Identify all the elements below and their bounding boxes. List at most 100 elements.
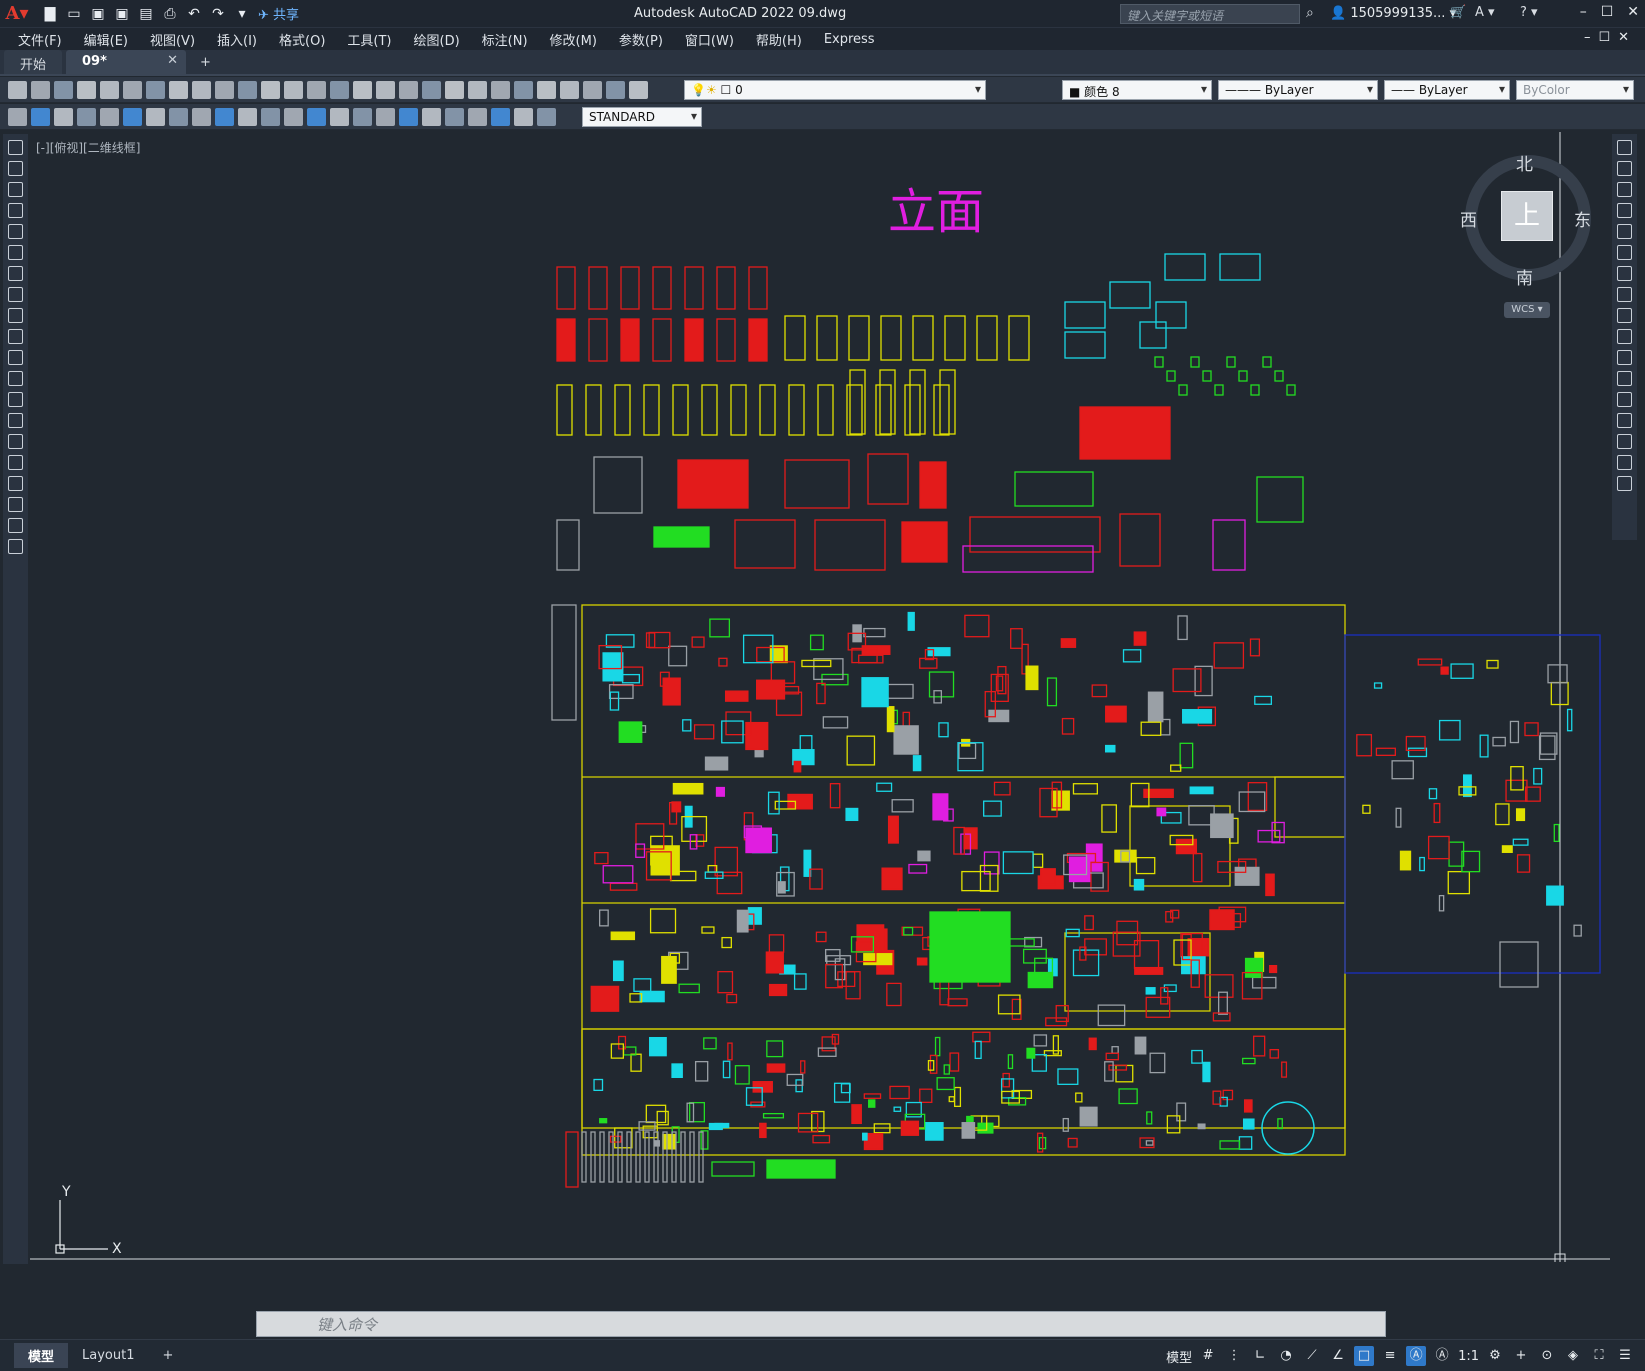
toolbar-tool-icon[interactable]	[284, 107, 303, 126]
toolbar-tool-icon[interactable]	[583, 80, 602, 99]
publish-icon[interactable]: ▤	[136, 5, 156, 23]
draw-tool-icon[interactable]	[1617, 476, 1632, 491]
isodraft-icon[interactable]: ⟋	[1302, 1346, 1322, 1366]
toolbar-tool-icon[interactable]	[560, 80, 579, 99]
isolate-icon[interactable]: ⊙	[1537, 1346, 1557, 1366]
draw-tool-icon[interactable]	[1617, 434, 1632, 449]
toolbar-tool-icon[interactable]	[123, 80, 142, 99]
search-icon[interactable]: ⌕	[1306, 5, 1314, 21]
toolbar-tool-icon[interactable]	[261, 107, 280, 126]
layer-dropdown[interactable]: 💡☀ ☐ 0 ▾	[684, 80, 986, 100]
draw-tool-icon[interactable]	[1617, 203, 1632, 218]
toolbar-tool-icon[interactable]	[54, 107, 73, 126]
draw-tool-icon[interactable]	[1617, 455, 1632, 470]
close-icon[interactable]: ✕	[1627, 4, 1639, 20]
linetype-dropdown[interactable]: ——— ByLayer ▾	[1218, 80, 1378, 100]
draw-tool-icon[interactable]	[8, 539, 23, 554]
draw-tool-icon[interactable]	[8, 224, 23, 239]
draw-tool-icon[interactable]	[1617, 371, 1632, 386]
layout-tab-model[interactable]: 模型	[14, 1343, 69, 1368]
toolbar-tool-icon[interactable]	[629, 80, 648, 99]
draw-tool-icon[interactable]	[8, 203, 23, 218]
redo-icon[interactable]: ↷	[208, 5, 228, 23]
compass-west[interactable]: 西	[1460, 206, 1477, 231]
toolbar-tool-icon[interactable]	[261, 80, 280, 99]
help-icon[interactable]: ? ▾	[1520, 5, 1538, 20]
draw-tool-icon[interactable]	[8, 350, 23, 365]
lineweight-dropdown[interactable]: —— ByLayer ▾	[1384, 80, 1510, 100]
toolbar-tool-icon[interactable]	[31, 107, 50, 126]
toolbar-tool-icon[interactable]	[514, 80, 533, 99]
draw-tool-icon[interactable]	[1617, 245, 1632, 260]
menu-insert[interactable]: 插入(I)	[206, 30, 268, 49]
toolbar-tool-icon[interactable]	[146, 80, 165, 99]
save-icon[interactable]: ▣	[88, 5, 108, 23]
scale-label[interactable]: 1:1	[1458, 1349, 1479, 1364]
toolbar-tool-icon[interactable]	[8, 80, 27, 99]
customize-icon[interactable]: ☰	[1615, 1346, 1635, 1366]
wcs-menu[interactable]: WCS ▾	[1504, 302, 1550, 318]
draw-tool-icon[interactable]	[1617, 350, 1632, 365]
dropdown-icon[interactable]: ▾	[232, 5, 252, 23]
menu-draw[interactable]: 绘图(D)	[403, 30, 471, 49]
draw-tool-icon[interactable]	[1617, 287, 1632, 302]
new-icon[interactable]: ▇	[40, 5, 60, 23]
tab-09[interactable]: 09* ✕	[66, 50, 187, 74]
toolbar-tool-icon[interactable]	[100, 107, 119, 126]
tab-start[interactable]: 开始	[4, 50, 63, 74]
draw-tool-icon[interactable]	[8, 329, 23, 344]
draw-tool-icon[interactable]	[8, 182, 23, 197]
draw-tool-icon[interactable]	[8, 140, 23, 155]
toolbar-tool-icon[interactable]	[284, 80, 303, 99]
toolbar-tool-icon[interactable]	[77, 80, 96, 99]
toolbar-tool-icon[interactable]	[491, 80, 510, 99]
toolbar-tool-icon[interactable]	[606, 80, 625, 99]
toolbar-tool-icon[interactable]	[422, 80, 441, 99]
document-window-controls[interactable]: –☐✕	[1584, 30, 1637, 45]
fullscreen-icon[interactable]: ⛶	[1589, 1346, 1609, 1366]
draw-tool-icon[interactable]	[1617, 392, 1632, 407]
draw-tool-icon[interactable]	[8, 434, 23, 449]
menu-file[interactable]: 文件(F)	[0, 30, 73, 49]
draw-tool-icon[interactable]	[1617, 161, 1632, 176]
draw-tool-icon[interactable]	[8, 413, 23, 428]
draw-tool-icon[interactable]	[1617, 413, 1632, 428]
save-as-icon[interactable]: ▣	[112, 5, 132, 23]
toolbar-tool-icon[interactable]	[238, 107, 257, 126]
autodesk-app-icon[interactable]: A ▾	[1475, 5, 1495, 20]
draw-tool-icon[interactable]	[8, 287, 23, 302]
new-tab-button[interactable]: +	[186, 51, 225, 74]
toolbar-tool-icon[interactable]	[491, 107, 510, 126]
toolbar-tool-icon[interactable]	[146, 107, 165, 126]
viewcube-face[interactable]: 上	[1501, 191, 1553, 241]
draw-tool-icon[interactable]	[8, 455, 23, 470]
toolbar-tool-icon[interactable]	[399, 80, 418, 99]
viewport-controls-label[interactable]: [-][俯视][二维线框]	[36, 139, 140, 156]
toolbar-tool-icon[interactable]	[123, 107, 142, 126]
object-snap-icon[interactable]: □	[1354, 1346, 1375, 1366]
draw-tool-icon[interactable]	[1617, 182, 1632, 197]
toolbar-tool-icon[interactable]	[422, 107, 441, 126]
toolbar-tool-icon[interactable]	[215, 107, 234, 126]
draw-tool-icon[interactable]	[1617, 329, 1632, 344]
menu-format[interactable]: 格式(O)	[268, 30, 336, 49]
add-layout-icon[interactable]: +	[148, 1345, 187, 1366]
maximize-icon[interactable]: ☐	[1601, 4, 1614, 20]
toolbar-tool-icon[interactable]	[445, 80, 464, 99]
toolbar-tool-icon[interactable]	[307, 80, 326, 99]
draw-tool-icon[interactable]	[1617, 224, 1632, 239]
toolbar-tool-icon[interactable]	[192, 107, 211, 126]
toolbar-tool-icon[interactable]	[445, 107, 464, 126]
toolbar-tool-icon[interactable]	[468, 80, 487, 99]
toolbar-tool-icon[interactable]	[330, 107, 349, 126]
textstyle-dropdown[interactable]: STANDARD ▾	[582, 107, 702, 127]
plot-icon[interactable]: ⎙	[160, 5, 180, 23]
draw-tool-icon[interactable]	[8, 476, 23, 491]
color-dropdown[interactable]: ■ 颜色 8 ▾	[1062, 80, 1212, 100]
menu-tools[interactable]: 工具(T)	[336, 30, 402, 49]
toolbar-tool-icon[interactable]	[514, 107, 533, 126]
menu-view[interactable]: 视图(V)	[139, 30, 206, 49]
command-input[interactable]: 键入命令	[256, 1311, 1386, 1337]
annotation-scale-icon[interactable]: Ⓐ	[1432, 1346, 1452, 1366]
draw-tool-icon[interactable]	[8, 308, 23, 323]
